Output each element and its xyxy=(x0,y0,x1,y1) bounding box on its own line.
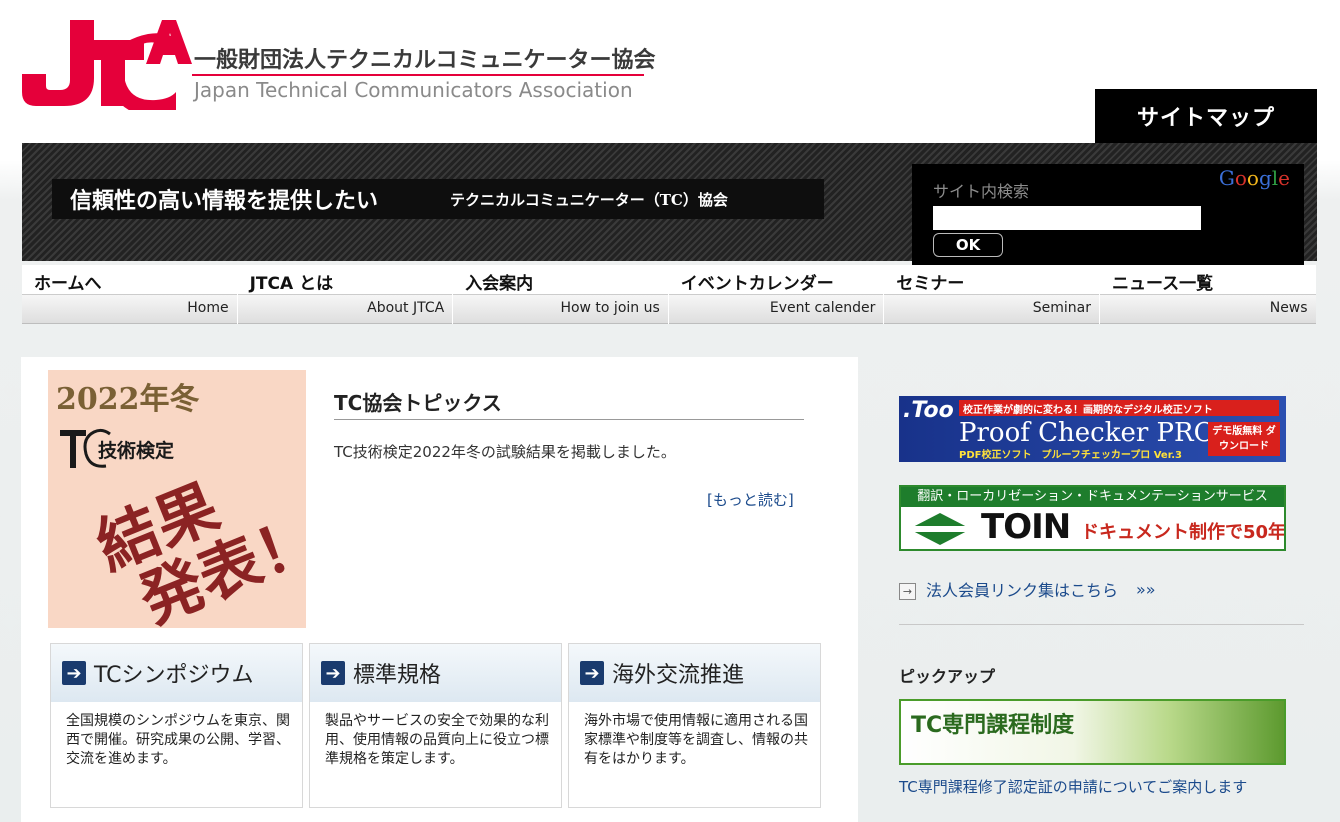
nav-label-en: Event calender xyxy=(668,295,884,324)
pickup-description-link[interactable]: TC専門課程修了認定証の申請についてご案内します xyxy=(899,776,1247,797)
logo-rule xyxy=(192,74,644,76)
search-ok-button[interactable]: OK xyxy=(933,233,1003,257)
arrow-right-icon: ➔ xyxy=(580,661,604,685)
image-year-text: 2022年冬 xyxy=(56,382,200,417)
main-nav: ホームへ Home JTCA とは About JTCA 入会案内 How to… xyxy=(22,265,1316,324)
nav-label-en: Home xyxy=(22,295,237,324)
card-title: 標準規格 xyxy=(353,663,442,688)
image-result-text: 結果 発表！ xyxy=(87,443,306,628)
card-header: ➔ TCシンポジウム xyxy=(51,644,302,702)
nav-item-seminar[interactable]: セミナー Seminar xyxy=(884,265,1100,324)
card-international[interactable]: ➔ 海外交流推進 海外市場で使用情報に適用される国家標準や制度等を調査し、情報の… xyxy=(568,643,821,808)
arrow-right-icon: ➔ xyxy=(62,661,86,685)
nav-label-ja: JTCA とは xyxy=(237,265,453,295)
card-body: 全国規模のシンポジウムを東京、関西で開催。研究成果の公開、学習、交流を進めます。 xyxy=(66,713,290,767)
arrow-right-icon: → xyxy=(899,582,916,600)
google-logo: Google xyxy=(1218,166,1290,190)
nav-label-en: How to join us xyxy=(453,295,668,324)
nav-item-home[interactable]: ホームへ Home xyxy=(22,265,238,324)
site-logo[interactable]: 一般財団法人テクニカルコミュニケーター協会 Japan Technical Co… xyxy=(22,20,662,110)
logo-japanese-name: 一般財団法人テクニカルコミュニケーター協会 xyxy=(194,48,656,73)
ad-proof-checker[interactable]: .Too 校正作業が劇的に変わる！画期的なデジタル校正ソフト Proof Che… xyxy=(899,396,1286,462)
card-body: 海外市場で使用情報に適用される国家標準や制度等を調査し、情報の共有をはかります。 xyxy=(584,713,808,767)
nav-item-news[interactable]: ニュース一覧 News xyxy=(1099,265,1316,324)
exam-results-image[interactable]: 2022年冬 技術検定 結果 発表！ xyxy=(48,370,306,628)
nav-label-en: News xyxy=(1099,295,1316,324)
nav-item-join[interactable]: 入会案内 How to join us xyxy=(453,265,669,324)
ad-title: Proof Checker PRO xyxy=(959,418,1215,448)
nav-label-ja: セミナー xyxy=(884,265,1099,295)
toin-logo-icon xyxy=(907,513,973,545)
ad-brand: .Too xyxy=(903,398,954,423)
tagline-main: 信頼性の高い情報を提供したい xyxy=(70,188,379,214)
nav-item-events[interactable]: イベントカレンダー Event calender xyxy=(668,265,885,324)
card-body: 製品やサービスの安全で効果的な利用、使用情報の品質向上に役立つ標準規格を策定しま… xyxy=(325,713,549,767)
card-title: 海外交流推進 xyxy=(612,663,745,688)
member-link-more: »» xyxy=(1136,579,1156,599)
logo-english-name: Japan Technical Communicators Associatio… xyxy=(194,78,633,102)
sitemap-button[interactable]: サイトマップ xyxy=(1095,89,1317,143)
arrow-right-icon: ➔ xyxy=(321,661,345,685)
ad-subtitle: PDF校正ソフト プルーフチェッカープロ Ver.3 xyxy=(959,450,1182,461)
member-links[interactable]: → 法人会員リンク集はこちら »» xyxy=(899,577,1156,601)
ad-brand: TOIN xyxy=(981,507,1071,547)
ad-strip: 校正作業が劇的に変わる！画期的なデジタル校正ソフト xyxy=(959,400,1279,416)
tagline-box: 信頼性の高い情報を提供したい テクニカルコミュニケーター（TC）協会 xyxy=(52,179,824,219)
read-more-link[interactable]: [もっと読む] xyxy=(707,489,794,510)
ad-strip: 翻訳・ローカリゼーション・ドキュメンテーションサービス xyxy=(901,487,1284,507)
card-header: ➔ 標準規格 xyxy=(310,644,561,702)
site-search: サイト内検索 Google OK xyxy=(912,164,1304,270)
jtca-logo-mark xyxy=(22,20,192,110)
card-symposium[interactable]: ➔ TCシンポジウム 全国規模のシンポジウムを東京、関西で開催。研究成果の公開、… xyxy=(50,643,303,808)
pickup-banner-text: TC専門課程制度 xyxy=(911,713,1075,738)
image-tc-text: 技術検定 xyxy=(98,440,175,462)
card-standards[interactable]: ➔ 標準規格 製品やサービスの安全で効果的な利用、使用情報の品質向上に役立つ標準… xyxy=(309,643,562,808)
card-header: ➔ 海外交流推進 xyxy=(569,644,820,702)
pickup-heading: ピックアップ xyxy=(899,667,996,686)
card-title: TCシンポジウム xyxy=(94,663,254,688)
ad-demo-badge: デモ版無料 ダウンロード xyxy=(1208,422,1280,456)
pickup-banner[interactable]: TC専門課程制度 xyxy=(899,699,1286,765)
sidebar-divider xyxy=(899,624,1304,625)
search-input[interactable] xyxy=(933,206,1201,230)
ad-toin[interactable]: 翻訳・ローカリゼーション・ドキュメンテーションサービス TOIN ドキュメント制… xyxy=(899,485,1286,551)
nav-item-about[interactable]: JTCA とは About JTCA xyxy=(237,265,454,324)
nav-label-en: About JTCA xyxy=(237,295,453,324)
nav-label-ja: 入会案内 xyxy=(453,265,668,295)
tagline-sub: テクニカルコミュニケーター（TC）協会 xyxy=(450,190,728,209)
topics-title: TC協会トピックス xyxy=(334,387,804,420)
nav-label-en: Seminar xyxy=(884,295,1099,324)
nav-label-ja: ニュース一覧 xyxy=(1099,265,1316,295)
main-content-panel: 2022年冬 技術検定 結果 発表！ TC協会トピックス TC技術検定2022年… xyxy=(21,357,858,822)
ad-text: ドキュメント制作で50年 xyxy=(1081,522,1286,543)
nav-label-ja: イベントカレンダー xyxy=(668,265,884,295)
topics-body: TC技術検定2022年冬の試験結果を掲載しました。 xyxy=(334,443,676,461)
search-label: サイト内検索 xyxy=(933,182,1030,201)
nav-label-ja: ホームへ xyxy=(22,265,237,295)
member-link-text: 法人会員リンク集はこちら xyxy=(926,581,1119,600)
